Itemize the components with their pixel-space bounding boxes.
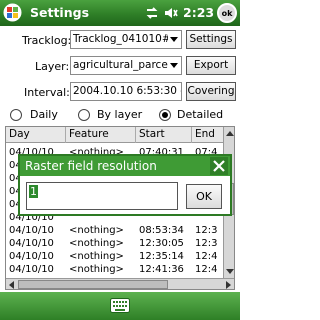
table-cell: 04/10/10 (9, 238, 54, 249)
export-button[interactable]: Export (186, 56, 236, 75)
layer-value: agricultural_parcels (73, 59, 177, 71)
dialog-title: Raster field resolution (20, 156, 230, 176)
horizontal-scrollbar[interactable] (6, 278, 234, 289)
interval-field[interactable]: 2004.10.10 6:53:30 - (70, 82, 182, 101)
table-cell: 12:3 (195, 238, 218, 249)
table-row[interactable]: 04/10/10 <nothing> 12:35:14 12:4 (6, 251, 223, 263)
radio-by-layer[interactable] (78, 109, 90, 121)
connectivity-icon[interactable] (145, 6, 159, 20)
interval-value: 2004.10.10 6:53:30 - (73, 85, 182, 97)
clock[interactable]: 2:23 (183, 5, 214, 20)
dialog-ok-button[interactable]: OK (186, 184, 222, 209)
tracklog-value: Tracklog_041010#: (73, 33, 175, 45)
radio-detailed[interactable] (159, 109, 171, 121)
table-cell: <nothing> (69, 225, 124, 236)
radio-by-layer-label[interactable]: By layer (97, 108, 142, 121)
table-cell: <nothing> (69, 251, 124, 262)
table-row[interactable]: 04/10/10 <nothing> 12:30:05 12:3 (6, 238, 223, 250)
column-header-end[interactable]: End (192, 127, 223, 143)
scroll-right-icon[interactable] (226, 281, 231, 289)
scroll-up-icon[interactable] (226, 131, 234, 136)
table-row[interactable]: 04/10/10 <nothing> 08:53:34 12:3 (6, 225, 223, 237)
table-cell: 12:3 (195, 225, 218, 236)
close-icon (213, 160, 225, 172)
raster-resolution-dialog: Raster field resolution 1 OK (18, 154, 232, 216)
settings-button[interactable]: Settings (186, 30, 236, 49)
table-cell: <nothing> (69, 238, 124, 249)
table-cell: 12:4 (195, 251, 218, 262)
keyboard-icon[interactable] (110, 298, 130, 313)
table-cell: 12:30:05 (139, 238, 184, 249)
table-cell: <nothing> (69, 264, 124, 275)
radio-detailed-label[interactable]: Detailed (177, 108, 223, 121)
tracklog-label: Tracklog: (22, 34, 72, 47)
layer-dropdown[interactable]: agricultural_parcels (70, 56, 182, 75)
dialog-close-button[interactable] (210, 157, 228, 175)
table-cell: 12:4 (195, 264, 218, 275)
column-header-start[interactable]: Start (136, 127, 192, 143)
column-header-day[interactable]: Day (6, 127, 66, 143)
layer-label: Layer: (35, 60, 70, 73)
radio-daily[interactable] (10, 109, 22, 121)
title-ok-button[interactable]: ok (217, 3, 237, 23)
table-cell: 12:35:14 (139, 251, 184, 262)
table-cell: 04/10/10 (9, 264, 54, 275)
volume-icon[interactable] (164, 6, 178, 20)
chevron-down-icon (168, 58, 180, 73)
title-bar: Settings 2:23 ok (0, 0, 240, 26)
window-title: Settings (30, 5, 90, 20)
chevron-down-icon (168, 32, 180, 47)
resolution-input-value: 1 (29, 185, 38, 198)
scroll-left-icon[interactable] (9, 281, 14, 289)
interval-label: Interval: (24, 86, 70, 99)
windows-start-icon[interactable] (3, 3, 22, 22)
resolution-input[interactable]: 1 (26, 182, 178, 210)
scroll-down-icon[interactable] (226, 269, 234, 274)
tracklog-dropdown[interactable]: Tracklog_041010#: (70, 30, 182, 49)
table-cell: 12:41:36 (139, 264, 184, 275)
table-cell: 04/10/10 (9, 251, 54, 262)
soft-key-bar (0, 292, 240, 320)
covering-button[interactable]: Covering (186, 82, 236, 101)
column-header-feature[interactable]: Feature (66, 127, 136, 143)
radio-daily-label[interactable]: Daily (30, 108, 58, 121)
table-cell: 04/10/10 (9, 225, 54, 236)
table-header: Day Feature Start End (6, 127, 223, 143)
table-row[interactable]: 04/10/10 <nothing> 12:41:36 12:4 (6, 264, 223, 276)
table-cell: 08:53:34 (139, 225, 184, 236)
horizontal-scroll-thumb[interactable] (18, 280, 168, 289)
